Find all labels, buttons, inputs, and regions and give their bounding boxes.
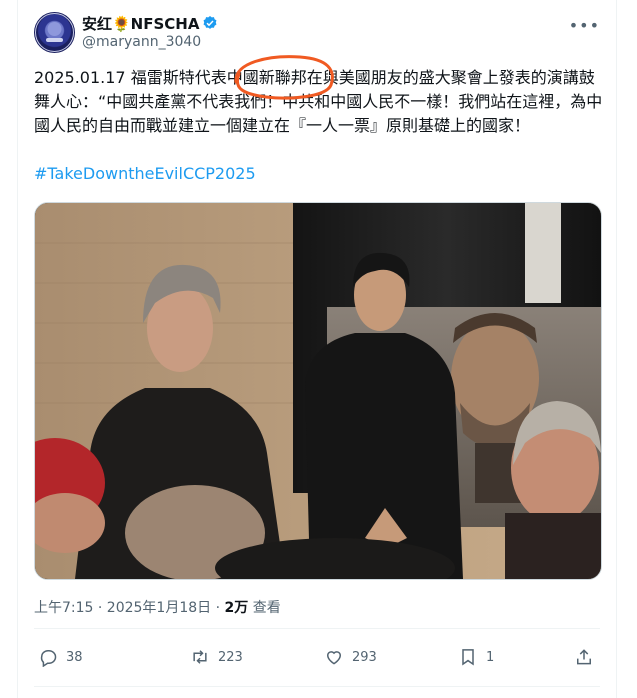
like-button[interactable]: 293	[324, 641, 377, 673]
bookmark-icon	[462, 649, 474, 666]
views-label: 查看	[248, 600, 281, 616]
action-bar: 38 223 293 1	[34, 641, 600, 673]
reply-button[interactable]: 38	[38, 641, 83, 673]
user-handle[interactable]: @maryann_3040	[82, 34, 201, 50]
divider	[34, 686, 600, 687]
hashtag-link[interactable]: #TakeDowntheEvilCCP2025	[34, 164, 256, 183]
retweet-icon	[193, 650, 207, 664]
divider	[34, 628, 600, 629]
tweet-metadata: 上午7:15 · 2025年1月18日 · 2万 查看	[34, 597, 281, 617]
like-icon	[326, 651, 342, 665]
display-name[interactable]: 安红🌻NFSCHA	[82, 13, 199, 34]
share-icon	[577, 649, 591, 665]
like-count: 293	[352, 649, 377, 665]
avatar[interactable]	[34, 12, 75, 53]
reply-icon	[40, 650, 57, 667]
more-icon[interactable]: •••	[569, 16, 600, 35]
share-button[interactable]	[574, 641, 594, 673]
views-count: 2万	[224, 600, 249, 616]
bookmark-button[interactable]: 1	[458, 641, 494, 673]
author-name-row[interactable]: 安红🌻NFSCHA	[82, 13, 218, 33]
tweet-card[interactable]: 安红🌻NFSCHA @maryann_3040 ••• 2025.01.17 福…	[17, 0, 617, 698]
tweet-photo[interactable]	[34, 202, 602, 580]
reply-count: 38	[66, 649, 83, 665]
retweet-button[interactable]: 223	[190, 641, 243, 673]
tweet-time[interactable]: 上午7:15 · 2025年1月18日 ·	[34, 600, 225, 616]
verified-badge-icon	[203, 16, 217, 29]
tweet-text: 2025.01.17 福雷斯特代表中國新聯邦在與美國朋友的盛大聚會上發表的演講鼓…	[34, 68, 603, 135]
bookmark-count: 1	[486, 649, 495, 665]
retweet-count: 223	[218, 649, 243, 665]
